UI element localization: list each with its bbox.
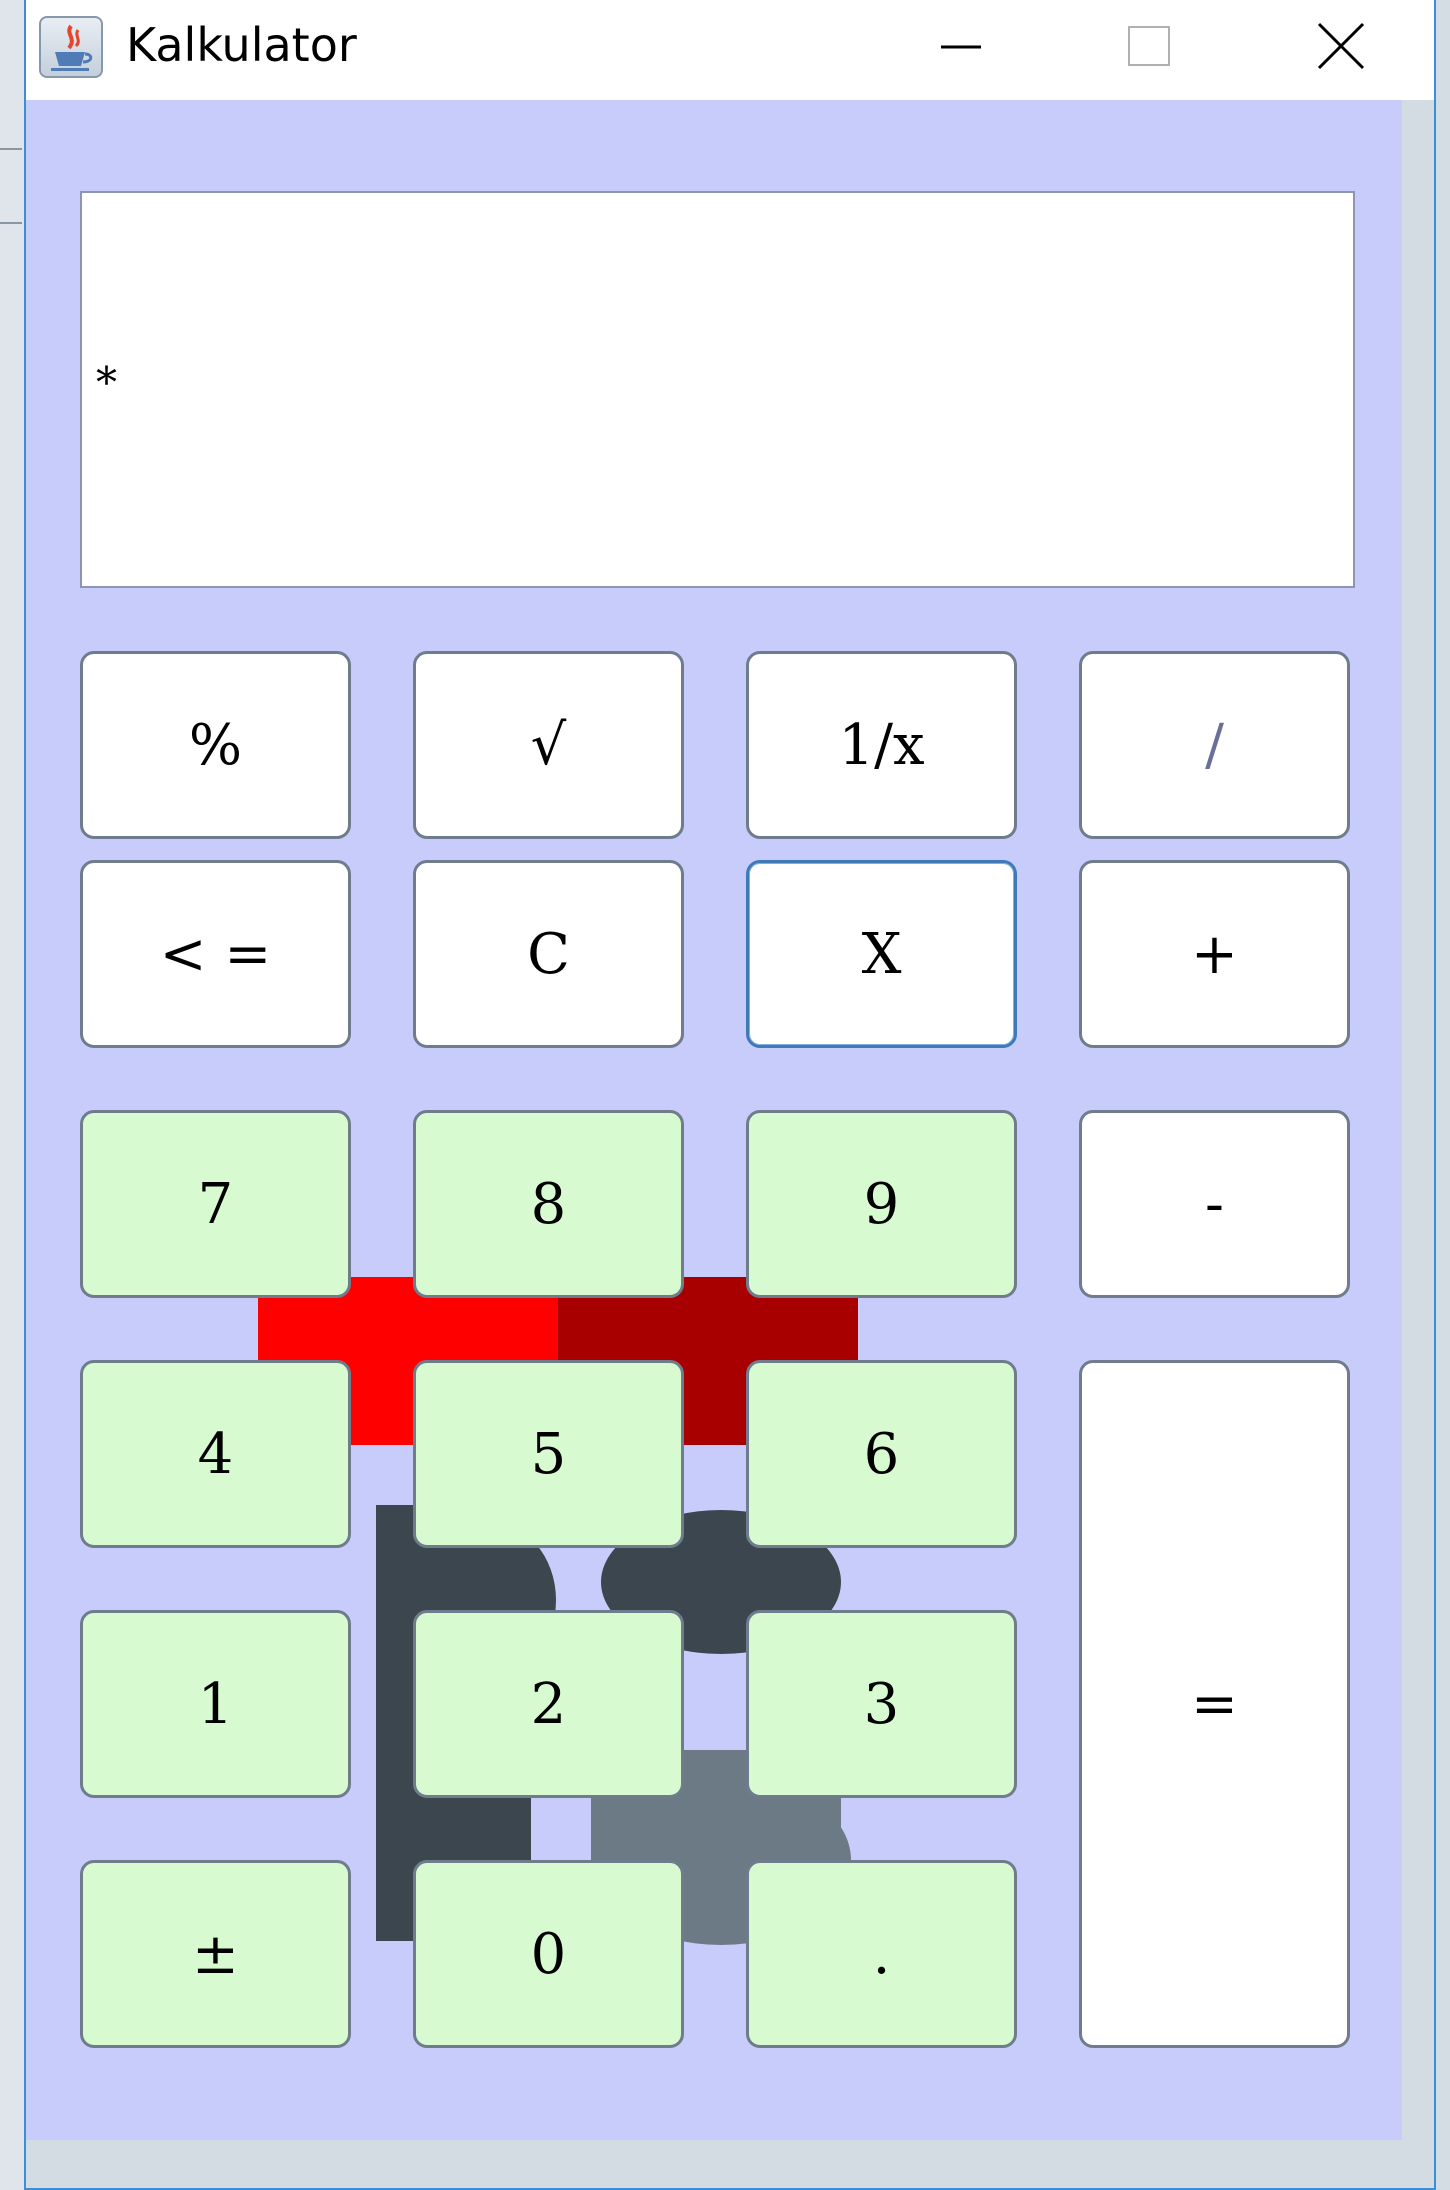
minimize-icon — [941, 45, 981, 49]
digit-3-button[interactable]: 3 — [746, 1610, 1017, 1798]
close-button[interactable] — [1286, 0, 1396, 100]
divide-button[interactable]: / — [1079, 651, 1350, 839]
background-divider — [0, 148, 22, 150]
java-cup-icon — [39, 16, 103, 78]
plus-button[interactable]: + — [1079, 860, 1350, 1048]
maximize-button[interactable] — [1094, 0, 1204, 100]
digit-7-button[interactable]: 7 — [80, 1110, 351, 1298]
negate-button[interactable]: ± — [80, 1860, 351, 2048]
backspace-button[interactable]: < = — [80, 860, 351, 1048]
digit-8-button[interactable]: 8 — [413, 1110, 684, 1298]
calculator-panel: * % √ 1/x / < = C X + 7 8 9 - 4 5 6 = 1 … — [26, 100, 1402, 2140]
background-divider — [0, 222, 22, 224]
window-title: Kalkulator — [126, 18, 357, 72]
title-bar[interactable]: Kalkulator — [26, 0, 1434, 100]
digit-6-button[interactable]: 6 — [746, 1360, 1017, 1548]
digit-9-button[interactable]: 9 — [746, 1110, 1017, 1298]
close-icon — [1317, 22, 1365, 70]
reciprocal-button[interactable]: 1/x — [746, 651, 1017, 839]
digit-1-button[interactable]: 1 — [80, 1610, 351, 1798]
display-value: * — [96, 358, 117, 407]
digit-2-button[interactable]: 2 — [413, 1610, 684, 1798]
result-display[interactable]: * — [80, 191, 1355, 588]
equals-button[interactable]: = — [1079, 1360, 1350, 2048]
background-window-edge — [0, 0, 25, 2190]
minus-button[interactable]: - — [1079, 1110, 1350, 1298]
calculator-window: Kalkulator * % √ 1/x / < = C X + 7 8 9 -… — [24, 0, 1436, 2190]
clear-button[interactable]: C — [413, 860, 684, 1048]
digit-5-button[interactable]: 5 — [413, 1360, 684, 1548]
digit-0-button[interactable]: 0 — [413, 1860, 684, 2048]
maximize-icon — [1128, 26, 1170, 66]
digit-4-button[interactable]: 4 — [80, 1360, 351, 1548]
sqrt-button[interactable]: √ — [413, 651, 684, 839]
minimize-button[interactable] — [906, 0, 1016, 100]
decimal-button[interactable]: . — [746, 1860, 1017, 2048]
multiply-button[interactable]: X — [746, 860, 1017, 1048]
percent-button[interactable]: % — [80, 651, 351, 839]
